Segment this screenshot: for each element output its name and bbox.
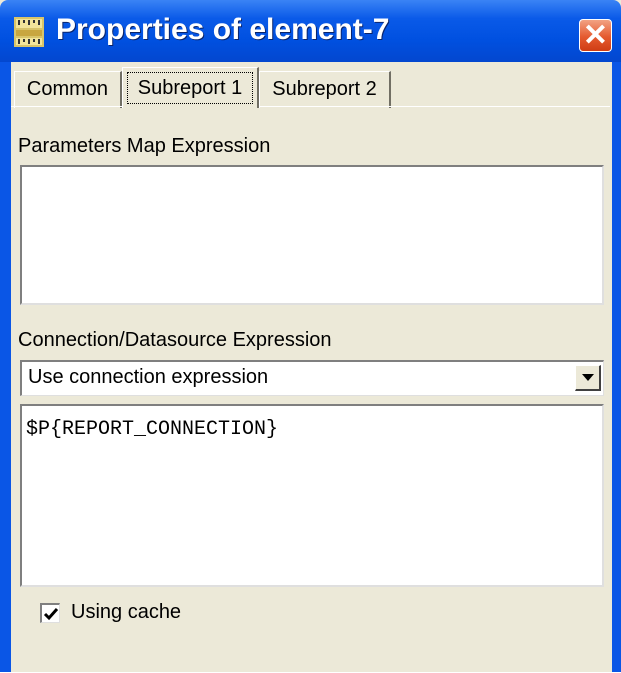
dropdown-button[interactable] [575, 365, 601, 391]
connection-type-select[interactable]: Use connection expression [20, 360, 604, 396]
title-bar[interactable]: Properties of element-7 ✕ [0, 0, 621, 62]
tab-subreport-1[interactable]: Subreport 1 [122, 67, 259, 108]
tab-subreport-2[interactable]: Subreport 2 [259, 71, 391, 108]
tab-panel-subreport-1: Parameters Map Expression Connection/Dat… [11, 106, 610, 673]
tab-subreport-2-label: Subreport 2 [272, 78, 377, 100]
checkmark-icon [43, 608, 59, 621]
parameters-map-textarea[interactable] [20, 165, 604, 305]
connection-type-value: Use connection expression [28, 366, 269, 388]
dialog-body: Common Subreport 1 Subreport 2 Parameter… [11, 62, 612, 672]
window-title: Properties of element-7 [56, 13, 390, 46]
connection-expression-value: $P{REPORT_CONNECTION} [26, 418, 279, 441]
close-button[interactable]: ✕ [579, 19, 612, 52]
tab-common-label: Common [26, 78, 109, 100]
using-cache-label[interactable]: Using cache [71, 601, 181, 624]
using-cache-checkbox[interactable] [40, 603, 60, 623]
parameters-map-label: Parameters Map Expression [18, 135, 271, 157]
connection-expression-label: Connection/Datasource Expression [18, 329, 332, 351]
connection-expression-textarea[interactable]: $P{REPORT_CONNECTION} [20, 404, 604, 587]
close-icon: ✕ [582, 19, 609, 52]
chevron-down-icon [582, 374, 594, 381]
tab-subreport-1-label: Subreport 1 [127, 72, 253, 104]
window-frame-right [612, 62, 621, 672]
window-frame-left [0, 62, 11, 672]
properties-dialog: Properties of element-7 ✕ Common Subrepo… [0, 0, 621, 672]
ruler-properties-icon [14, 17, 44, 47]
tab-common[interactable]: Common [14, 71, 122, 108]
